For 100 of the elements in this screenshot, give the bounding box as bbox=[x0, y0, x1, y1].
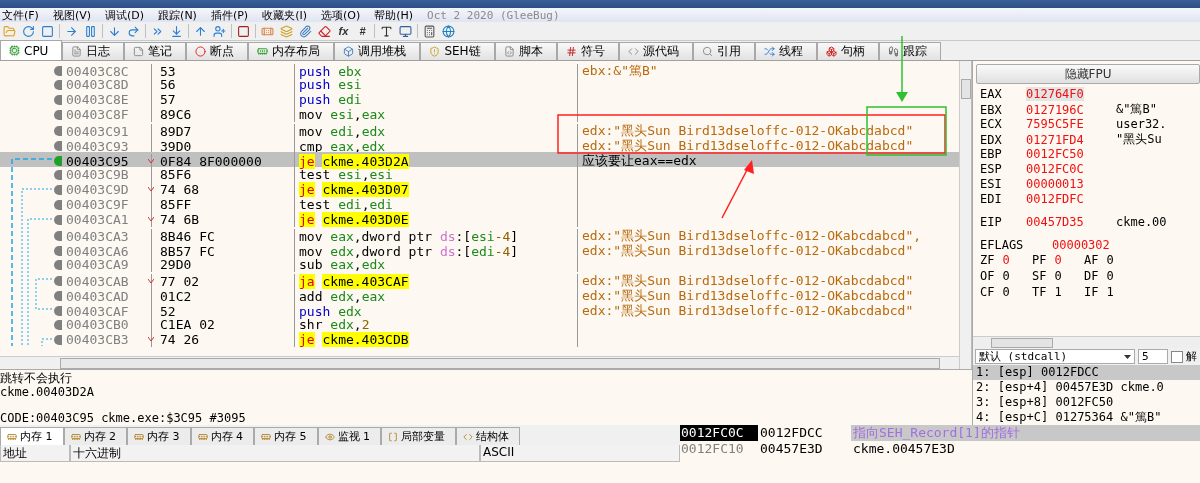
globe-icon[interactable] bbox=[441, 23, 456, 39]
menu-item[interactable]: 收藏夹(I) bbox=[262, 7, 307, 23]
comment-cell-text: edx:"黑头Sun Bird13dseloffc-012-OKabcdabcd", bbox=[581, 227, 923, 244]
instruction-cell: je ckme.403D0E bbox=[295, 212, 578, 227]
stack-icon[interactable] bbox=[279, 23, 294, 39]
register-value[interactable]: 0012FC50 bbox=[1026, 146, 1084, 161]
bytes-cell: 74 68 bbox=[152, 182, 295, 197]
flag-value[interactable]: 0 bbox=[1054, 252, 1062, 267]
bytes-cell: C1EA 02 bbox=[152, 317, 295, 332]
tab[interactable]: 源代码 bbox=[618, 42, 693, 60]
tab[interactable]: 内存 1 bbox=[0, 427, 64, 445]
flag-value[interactable]: 0 bbox=[1002, 284, 1010, 299]
flag-value[interactable]: 0 bbox=[1002, 252, 1010, 267]
tab[interactable]: 日志 bbox=[62, 42, 125, 60]
stack-address: 0012FC10 bbox=[680, 441, 745, 457]
register-value[interactable]: 0012FC0C bbox=[1026, 161, 1084, 176]
menu-item[interactable]: 选项(O) bbox=[320, 7, 361, 23]
flag-value[interactable]: 0 bbox=[1054, 268, 1062, 283]
flag-value[interactable]: 1 bbox=[1106, 284, 1114, 299]
menu-item[interactable]: 跟踪(N) bbox=[158, 7, 197, 23]
tab[interactable]: 笔记 bbox=[124, 42, 187, 60]
menu-item[interactable]: 文件(F) bbox=[2, 7, 39, 23]
bytes-cell: 85FF bbox=[152, 197, 295, 212]
register-value[interactable]: 0012FDFC bbox=[1026, 191, 1084, 206]
tab[interactable]: 局部变量 bbox=[381, 427, 456, 445]
footprints-icon bbox=[887, 46, 899, 57]
toolbar-button[interactable]: # bbox=[355, 23, 370, 39]
tab[interactable]: 内存布局 bbox=[248, 42, 335, 60]
computer-icon[interactable] bbox=[398, 23, 413, 39]
horizontal-scrollbar[interactable] bbox=[0, 356, 959, 369]
address-cell: 00403C9F bbox=[62, 197, 152, 212]
bytes-cell: 29D0 bbox=[152, 257, 295, 272]
register-value[interactable]: 01271FD4 bbox=[1026, 132, 1084, 147]
horizontal-scrollbar[interactable] bbox=[973, 336, 1200, 348]
menu-item[interactable]: 视图(V) bbox=[52, 7, 92, 23]
register-name: ECX bbox=[980, 116, 1003, 131]
calling-convention-dropdown[interactable]: 默认 (stdcall) bbox=[975, 349, 1135, 364]
flag-value[interactable]: 0 bbox=[1106, 252, 1114, 267]
register-value[interactable]: 0127196C bbox=[1026, 102, 1084, 117]
restart-icon[interactable] bbox=[21, 23, 36, 39]
argument-row[interactable]: 1: [esp] 0012FDCC bbox=[973, 365, 1200, 380]
tab[interactable]: 句柄 bbox=[816, 42, 879, 60]
flag-value[interactable]: 0 bbox=[1106, 268, 1114, 283]
instruction-cell: push edi bbox=[295, 92, 578, 107]
arrows-icon bbox=[763, 46, 775, 57]
tab[interactable]: 调用堆栈 bbox=[334, 42, 421, 60]
tab[interactable]: 断点 bbox=[186, 42, 249, 60]
address-cell: 00403CA3 bbox=[62, 228, 152, 244]
bytes-cell: 77 02 bbox=[152, 273, 295, 289]
flag-value[interactable]: 0 bbox=[1002, 268, 1010, 283]
instruction-cell: je ckme.403D07 bbox=[295, 182, 578, 197]
tab[interactable]: 监视 1 bbox=[317, 427, 381, 445]
hide-fpu-button[interactable]: 隐藏FPU bbox=[976, 64, 1200, 84]
tab[interactable]: 跟踪 bbox=[878, 42, 941, 60]
calculator-icon[interactable] bbox=[422, 23, 437, 39]
tab[interactable]: 脚本 bbox=[494, 42, 557, 60]
flag-value[interactable]: 1 bbox=[1054, 284, 1062, 299]
arrow-to-line-icon[interactable] bbox=[169, 23, 184, 39]
flag-name: CF bbox=[980, 284, 995, 299]
register-value[interactable]: 00000013 bbox=[1026, 176, 1084, 191]
address-cell: 00403C8C bbox=[62, 63, 152, 79]
toolbar-button[interactable]: fx bbox=[336, 23, 351, 39]
tab[interactable]: 结构体 bbox=[456, 427, 520, 445]
pause-icon[interactable] bbox=[83, 23, 98, 39]
memory-icon bbox=[197, 431, 208, 442]
caret-icon bbox=[148, 158, 154, 163]
argument-count-spinner[interactable]: 5 bbox=[1138, 349, 1168, 364]
register-comment: "黑头Su bbox=[1116, 131, 1163, 148]
tab[interactable]: 符号 bbox=[556, 42, 619, 60]
tab[interactable]: 内存 3 bbox=[127, 427, 191, 445]
menu-item[interactable]: 插件(P) bbox=[210, 7, 249, 23]
comment-cell-text: edx:"黑头Sun Bird13dseloffc-012-OKabcdabcd" bbox=[581, 242, 915, 260]
tab[interactable]: 线程 bbox=[754, 42, 817, 60]
register-value[interactable]: 00000302 bbox=[1052, 237, 1110, 252]
register-value[interactable]: 00457D35 bbox=[1026, 214, 1084, 229]
user-arrow-icon[interactable] bbox=[212, 23, 227, 39]
unlock-checkbox[interactable] bbox=[1171, 350, 1183, 363]
tab[interactable]: 内存 4 bbox=[190, 427, 254, 445]
tab[interactable]: 内存 5 bbox=[254, 427, 318, 445]
comment-cell-text: edx:"黑头Sun Bird13dseloffc-012-OKabcdabcd" bbox=[581, 287, 915, 304]
tab[interactable]: 内存 2 bbox=[63, 427, 127, 445]
stack-address: 0012FC0C bbox=[680, 425, 758, 441]
register-comment: ckme.00 bbox=[1116, 214, 1168, 229]
vertical-scrollbar[interactable] bbox=[959, 61, 971, 369]
folder-icon[interactable] bbox=[2, 23, 17, 39]
menu-item[interactable]: 调试(D) bbox=[105, 7, 145, 23]
paperclip-icon[interactable] bbox=[298, 23, 313, 39]
caret-icon bbox=[148, 217, 154, 221]
bytes-cell: 85F6 bbox=[152, 167, 295, 182]
tab[interactable]: CPU bbox=[0, 40, 63, 60]
register-value[interactable]: 7595C5FE bbox=[1026, 116, 1084, 131]
bytes-cell: 53 bbox=[152, 63, 295, 79]
menu-item[interactable]: 帮助(H) bbox=[374, 7, 414, 23]
tab[interactable]: SEH链 bbox=[420, 42, 495, 60]
eraser-icon[interactable] bbox=[317, 23, 332, 39]
address-cell: 00403C95 bbox=[62, 153, 152, 169]
bytes-cell: 89C6 bbox=[152, 107, 295, 122]
tab[interactable]: 引用 bbox=[692, 42, 755, 60]
flag-name: SF bbox=[1032, 268, 1047, 283]
stop-icon[interactable] bbox=[40, 23, 55, 39]
